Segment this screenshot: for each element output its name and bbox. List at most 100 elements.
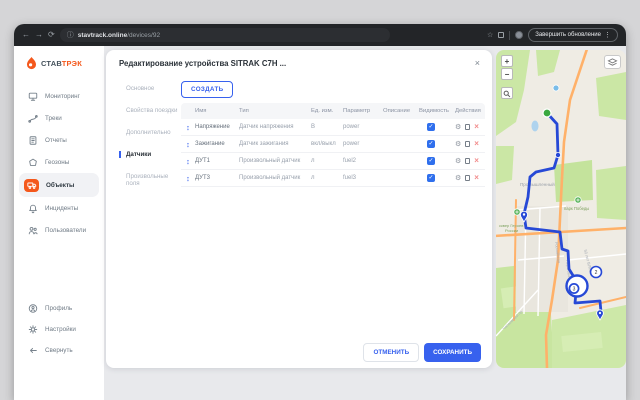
- app-root: СТАВТРЭК Мониторинг Треки Отчеты Геозо: [14, 46, 626, 400]
- visibility-checkbox[interactable]: ✓: [427, 157, 435, 165]
- settings-icon[interactable]: ⚙: [455, 174, 461, 182]
- map-search-button[interactable]: [501, 87, 513, 99]
- delete-icon[interactable]: ×: [474, 157, 479, 165]
- map-park1-label-2: России: [505, 228, 518, 233]
- reload-icon[interactable]: ⟳: [48, 24, 55, 46]
- sidebar-item-objects[interactable]: Объекты: [19, 173, 99, 197]
- tab-sensors[interactable]: Датчики: [119, 151, 181, 158]
- cancel-button[interactable]: ОТМЕНИТЬ: [363, 343, 419, 362]
- map-layers-button[interactable]: [604, 55, 621, 69]
- zoom-in-button[interactable]: +: [501, 55, 513, 67]
- sidebar-item-label: Инциденты: [45, 205, 78, 212]
- sidebar-item-geozones[interactable]: Геозоны: [14, 151, 104, 173]
- finish-update-button[interactable]: Завершить обновление ⋮: [528, 28, 618, 42]
- sensor-name: Напряжение: [195, 124, 239, 130]
- col-actions: Действия: [455, 108, 485, 114]
- logo-text: СТАВТРЭК: [41, 59, 82, 68]
- copy-icon[interactable]: [465, 158, 470, 164]
- sensors-panel: СОЗДАТЬ Имя Тип Ед. изм. Параметр Описан…: [181, 78, 485, 202]
- copy-icon[interactable]: [465, 175, 470, 181]
- sidebar-item-monitoring[interactable]: Мониторинг: [14, 85, 104, 107]
- app-logo[interactable]: СТАВТРЭК: [14, 46, 104, 76]
- profile-avatar-icon[interactable]: [515, 31, 523, 39]
- row-actions: ⚙ ×: [455, 140, 485, 148]
- table-row: ↕ Зажигание Датчик зажигания вкл/выкл po…: [181, 136, 485, 153]
- url-domain: stavtrack.online: [78, 32, 128, 39]
- drag-handle-icon[interactable]: ↕: [181, 157, 195, 166]
- sidebar-item-tracks[interactable]: Треки: [14, 107, 104, 129]
- modal-tabs: Основное Свойства поездки Дополнительно …: [119, 78, 181, 202]
- delete-icon[interactable]: ×: [474, 123, 479, 131]
- drag-handle-icon[interactable]: ↕: [181, 140, 195, 149]
- settings-icon[interactable]: ⚙: [455, 140, 461, 148]
- cluster-marker-big[interactable]: 3: [567, 276, 588, 297]
- sensors-table: Имя Тип Ед. изм. Параметр Описание Видим…: [181, 103, 485, 187]
- sidebar-item-incidents[interactable]: Инциденты: [14, 197, 104, 219]
- poi-marker-icon[interactable]: [553, 85, 559, 91]
- address-bar[interactable]: ⓘ stavtrack.online/devices/92: [60, 28, 390, 42]
- settings-icon[interactable]: ⚙: [455, 157, 461, 165]
- bookmark-star-icon[interactable]: ☆: [487, 31, 493, 39]
- collapse-arrow-icon: [28, 345, 38, 356]
- delete-icon[interactable]: ×: [474, 174, 479, 182]
- cluster-marker-small[interactable]: 2: [591, 267, 602, 278]
- delete-icon[interactable]: ×: [474, 140, 479, 148]
- zoom-out-button[interactable]: −: [501, 68, 513, 80]
- active-item-chip: [24, 179, 39, 192]
- sidebar-item-label: Геозоны: [45, 159, 69, 166]
- sensor-param: fuel3: [343, 175, 383, 181]
- svg-text:2: 2: [595, 270, 598, 276]
- save-button[interactable]: СОХРАНИТЬ: [424, 343, 481, 362]
- visibility-checkbox[interactable]: ✓: [427, 174, 435, 182]
- tab-additional[interactable]: Дополнительно: [119, 129, 181, 136]
- users-icon: [28, 225, 38, 236]
- table-header-row: Имя Тип Ед. изм. Параметр Описание Видим…: [181, 103, 485, 119]
- sensor-unit: В: [311, 124, 343, 130]
- tab-custom-fields[interactable]: Произвольные поля: [119, 173, 181, 187]
- col-type: Тип: [239, 108, 311, 114]
- sidebar-footer: Профиль Настройки Свернуть: [14, 298, 104, 361]
- sensor-param: power: [343, 141, 383, 147]
- park-marker-icon: [514, 209, 520, 215]
- sensor-type: Датчик напряжения: [239, 124, 311, 130]
- copy-icon[interactable]: [465, 124, 470, 130]
- sidebar-item-reports[interactable]: Отчеты: [14, 129, 104, 151]
- sidebar-item-profile[interactable]: Профиль: [14, 298, 104, 319]
- close-icon[interactable]: ×: [475, 59, 480, 67]
- finish-update-label: Завершить обновление: [535, 32, 601, 38]
- visibility-checkbox[interactable]: ✓: [427, 123, 435, 131]
- col-name: Имя: [195, 108, 239, 114]
- sensor-unit: вкл/выкл: [311, 141, 343, 147]
- table-row: ↕ ДУТ3 Произвольный датчик л fuel3 ✓ ⚙: [181, 170, 485, 187]
- route-vertex-dot[interactable]: [555, 152, 560, 157]
- route-start-marker[interactable]: [543, 109, 551, 117]
- sensor-unit: л: [311, 158, 343, 164]
- drag-handle-icon[interactable]: ↕: [181, 174, 195, 183]
- tab-main[interactable]: Основное: [119, 85, 181, 92]
- map-canvas: Промышленный сквер Героев России парк По…: [496, 50, 626, 368]
- sensor-name: Зажигание: [195, 141, 239, 147]
- forward-icon[interactable]: →: [35, 24, 43, 46]
- chrome-menu-icon[interactable]: ⋮: [604, 31, 611, 39]
- tab-trip-properties[interactable]: Свойства поездки: [119, 107, 181, 114]
- map-panel[interactable]: Промышленный сквер Героев России парк По…: [496, 50, 626, 368]
- magnifier-icon: [503, 90, 511, 98]
- sidebar-item-label: Свернуть: [45, 347, 73, 354]
- settings-icon[interactable]: ⚙: [455, 123, 461, 131]
- back-icon[interactable]: ←: [22, 24, 30, 46]
- map-park2-label: парк Победы: [564, 206, 589, 211]
- visibility-checkbox[interactable]: ✓: [427, 140, 435, 148]
- table-row: ↕ ДУТ1 Произвольный датчик л fuel2 ✓ ⚙: [181, 153, 485, 170]
- create-button[interactable]: СОЗДАТЬ: [181, 81, 233, 98]
- site-info-icon[interactable]: ⓘ: [67, 30, 74, 40]
- sidebar: СТАВТРЭК Мониторинг Треки Отчеты Геозо: [14, 46, 104, 400]
- row-actions: ⚙ ×: [455, 123, 485, 131]
- sensor-type: Произвольный датчик: [239, 175, 311, 181]
- sidebar-item-settings[interactable]: Настройки: [14, 319, 104, 340]
- extensions-icon[interactable]: [498, 32, 504, 38]
- sidebar-item-users[interactable]: Пользователи: [14, 219, 104, 241]
- copy-icon[interactable]: [465, 141, 470, 147]
- sidebar-item-collapse[interactable]: Свернуть: [14, 340, 104, 361]
- drag-handle-icon[interactable]: ↕: [181, 123, 195, 132]
- logo-flame-icon: [26, 57, 37, 70]
